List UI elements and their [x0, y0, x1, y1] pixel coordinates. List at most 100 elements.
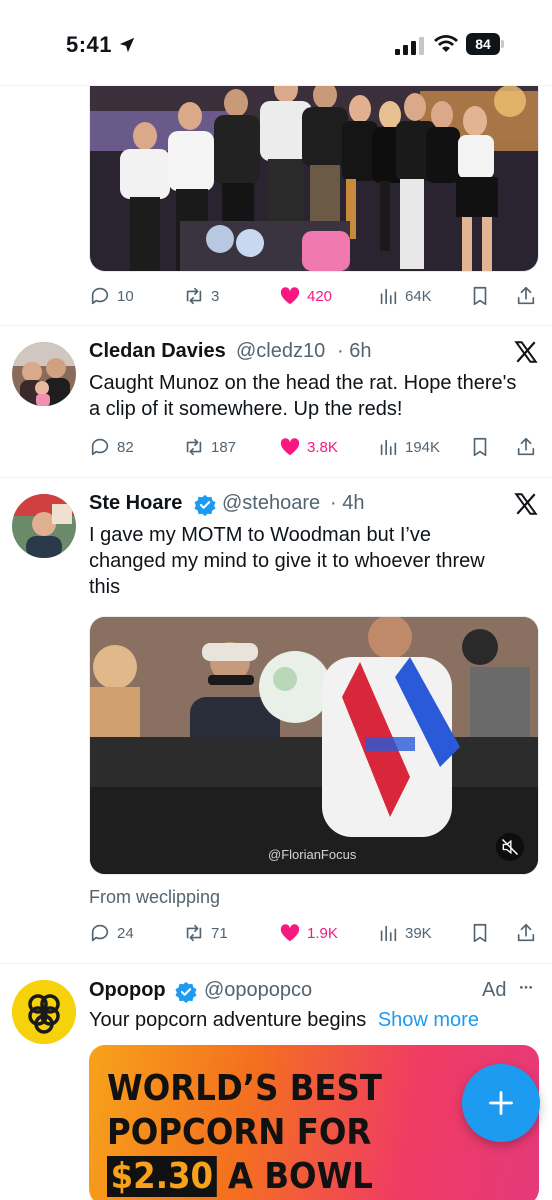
ad-text: Your popcorn adventure begins — [89, 1009, 367, 1031]
verified-badge-icon — [194, 494, 216, 516]
ad-line-3: A BOWL — [227, 1156, 373, 1197]
opopop-logo-icon — [12, 980, 76, 1044]
like-count: 3.8K — [307, 438, 338, 456]
author-name[interactable]: Cledan Davies — [89, 340, 226, 363]
avatar-image — [12, 342, 76, 406]
x-logo-icon — [514, 493, 538, 515]
tweet-video[interactable]: @FlorianFocus — [89, 616, 539, 875]
tweet-text: I gave my MOTM to Woodman but I’ve chang… — [89, 524, 485, 598]
bookmark-button[interactable] — [469, 435, 491, 459]
tweet-timestamp[interactable]: · 4h — [330, 492, 364, 515]
ad-price: $2.30 — [107, 1156, 217, 1197]
views-count: 39K — [405, 924, 432, 942]
views-button[interactable]: 194K — [377, 435, 440, 459]
share-button[interactable] — [515, 921, 537, 945]
reply-button[interactable]: 82 — [89, 435, 134, 459]
tweet3-actions: 24 71 1.9K 39K — [89, 918, 539, 948]
like-button[interactable]: 3.8K — [279, 435, 338, 459]
share-icon — [517, 437, 535, 456]
divider — [0, 325, 552, 326]
avatar[interactable] — [12, 494, 76, 558]
author-handle[interactable]: @opopopco — [204, 979, 312, 1002]
share-icon — [517, 923, 535, 942]
tweet-timestamp[interactable]: · 6h — [337, 340, 371, 363]
bookmark-icon — [473, 923, 487, 943]
divider — [0, 477, 552, 478]
ad-label: Ad — [482, 979, 507, 1001]
like-count: 1.9K — [307, 924, 338, 942]
heart-filled-icon — [280, 924, 300, 942]
bookmark-button[interactable] — [469, 921, 491, 945]
views-count: 64K — [405, 287, 432, 305]
reply-icon — [91, 287, 109, 305]
bookmark-icon — [473, 437, 487, 457]
bookmark-button[interactable] — [469, 284, 491, 308]
reply-count: 82 — [117, 438, 134, 456]
share-button[interactable] — [515, 284, 537, 308]
status-bar: 5:41 84 — [0, 0, 552, 86]
views-chart-icon — [380, 439, 397, 456]
group-photo-image — [90, 71, 538, 271]
avatar-image — [12, 494, 76, 558]
cell-signal-icon — [395, 37, 424, 55]
views-button[interactable]: 39K — [377, 921, 432, 945]
tweet-text: Caught Munoz on the head the rat. Hope t… — [89, 372, 517, 420]
compose-button[interactable] — [462, 1064, 540, 1142]
x-logo-icon — [514, 341, 538, 363]
heart-filled-icon — [280, 287, 300, 305]
more-options-icon[interactable] — [514, 982, 538, 998]
heart-filled-icon — [280, 438, 300, 456]
retweet-count: 71 — [211, 924, 228, 942]
reply-count: 10 — [117, 287, 134, 305]
views-chart-icon — [380, 288, 397, 305]
author-handle[interactable]: @cledz10 — [236, 340, 325, 363]
retweet-button[interactable]: 71 — [183, 921, 228, 945]
retweet-count: 3 — [211, 287, 220, 305]
plus-icon — [489, 1091, 513, 1115]
clock: 5:41 — [66, 32, 113, 57]
show-more-link[interactable]: Show more — [378, 1009, 479, 1031]
tweet-photo[interactable] — [89, 70, 539, 272]
retweet-icon — [186, 438, 202, 456]
ad-headline: WORLD’S BEST POPCORN FOR $2.30 A BOWL — [107, 1067, 382, 1199]
author-handle[interactable]: @stehoare — [222, 492, 320, 515]
wifi-icon — [434, 35, 458, 52]
views-button[interactable]: 64K — [377, 284, 432, 308]
views-count: 194K — [405, 438, 441, 456]
share-icon — [517, 286, 535, 305]
battery-level: 84 — [466, 33, 500, 55]
divider — [0, 963, 552, 964]
video-watermark: @FlorianFocus — [268, 847, 357, 862]
like-button[interactable]: 420 — [279, 284, 332, 308]
share-button[interactable] — [515, 435, 537, 459]
source-label: From weclipping — [89, 887, 221, 907]
ad-line-1: WORLD’S BEST — [107, 1068, 382, 1109]
ad-line-2: POPCORN FOR — [107, 1112, 372, 1153]
retweet-icon — [186, 287, 202, 305]
tweet2-actions: 82 187 3.8K 194K — [89, 432, 539, 462]
avatar[interactable] — [12, 342, 76, 406]
video-thumbnail: @FlorianFocus — [90, 617, 538, 874]
ad-text-row: Your popcorn adventure begins Show more — [89, 1009, 479, 1032]
bookmark-icon — [473, 286, 487, 306]
mute-icon[interactable] — [500, 837, 520, 857]
tweet1-actions: 10 3 420 64K — [89, 281, 539, 311]
like-button[interactable]: 1.9K — [279, 921, 338, 945]
verified-badge-icon — [175, 981, 197, 1003]
retweet-icon — [186, 924, 202, 942]
reply-button[interactable]: 24 — [89, 921, 134, 945]
reply-icon — [91, 438, 109, 456]
author-name[interactable]: Opopop — [89, 979, 166, 1002]
battery-icon: 84 — [466, 33, 506, 55]
views-chart-icon — [380, 925, 397, 942]
reply-button[interactable]: 10 — [89, 284, 134, 308]
reply-count: 24 — [117, 924, 134, 942]
like-count: 420 — [307, 287, 333, 305]
author-name[interactable]: Ste Hoare — [89, 492, 182, 515]
retweet-count: 187 — [211, 438, 237, 456]
location-arrow-icon — [119, 37, 135, 53]
retweet-button[interactable]: 187 — [183, 435, 236, 459]
avatar[interactable] — [12, 980, 76, 1044]
retweet-button[interactable]: 3 — [183, 284, 219, 308]
reply-icon — [91, 924, 109, 942]
